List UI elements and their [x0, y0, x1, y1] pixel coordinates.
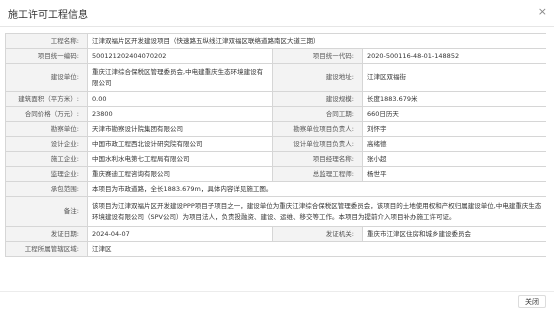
scope-value: 本项目为市政道路，全长1883.679m，具体内容详见施工图。: [86, 181, 546, 197]
district-value: 江津区: [86, 241, 546, 257]
table-row: 设计企业: 中国市政工程西北设计研究院有限公司 设计单位项目负责人: 高绪德: [5, 136, 546, 152]
table-row: 勘察单位: 天津市勘察设计院集团有限公司 勘察单位项目负责人: 刘怀宇: [5, 121, 546, 137]
remark-value: 该项目为江津双福片区开发建设PPP项目子项目之一，建设单位为重庆江津综合保税区管…: [86, 196, 546, 227]
builder-label: 建设单位:: [5, 63, 88, 92]
scale-value: 长度1883.679米: [361, 91, 546, 107]
location-label: 建设地址:: [272, 63, 363, 92]
table-row: 备注: 该项目为江津双福片区开发建设PPP项目子项目之一，建设单位为重庆江津综合…: [5, 196, 546, 227]
unified-code-value: 500121202404070202: [87, 48, 273, 64]
design-lead-value: 高绪德: [361, 136, 546, 152]
table-row: 监理企业: 重庆赛迪工程咨询有限公司 总监理工程师: 杨世平: [5, 166, 546, 182]
survey-value: 天津市勘察设计院集团有限公司: [87, 121, 273, 137]
project-code-label: 项目统一代码:: [272, 48, 363, 64]
table-row: 工程所属管辖区域: 江津区: [5, 241, 546, 257]
table-row: 工程名称: 江津双福片区开发建设项目（快速路五纵线江津双福区联络道路南区大道三期…: [5, 33, 546, 49]
issue-date-value: 2024-04-07: [87, 226, 273, 242]
pm-value: 张小超: [361, 151, 546, 167]
location-value: 江津区双福街: [361, 63, 546, 92]
construct-value: 中国水利水电第七工程局有限公司: [87, 151, 273, 167]
scale-label: 建设规模:: [272, 91, 363, 107]
close-icon[interactable]: ×: [538, 5, 547, 19]
chief-label: 总监理工程师:: [272, 166, 363, 182]
supervise-label: 监理企业:: [5, 166, 88, 182]
dialog-title: 施工许可工程信息: [8, 10, 88, 21]
table-row: 承包范围: 本项目为市政道路，全长1883.679m，具体内容详见施工图。: [5, 181, 546, 197]
area-label: 建筑面积（平方米）:: [5, 91, 88, 107]
survey-lead-label: 勘察单位项目负责人:: [272, 121, 363, 137]
project-info-table: 工程名称: 江津双福片区开发建设项目（快速路五纵线江津双福区联络道路南区大道三期…: [5, 33, 546, 257]
survey-label: 勘察单位:: [5, 121, 88, 137]
table-row: 项目统一编码: 500121202404070202 项目统一代码: 2020-…: [5, 48, 546, 64]
builder-value: 重庆江津综合保税区管理委员会,中电建重庆生态环境建设有限公司: [87, 63, 273, 92]
project-name-value: 江津双福片区开发建设项目（快速路五纵线江津双福区联络道路南区大道三期）: [86, 33, 546, 49]
price-value: 23800: [87, 106, 273, 122]
remark-label: 备注:: [5, 196, 88, 227]
project-code-value: 2020-500116-48-01-148852: [361, 48, 546, 64]
project-name-label: 工程名称:: [5, 33, 88, 49]
issue-date-label: 发证日期:: [5, 226, 88, 242]
table-row: 建设单位: 重庆江津综合保税区管理委员会,中电建重庆生态环境建设有限公司 建设地…: [5, 63, 546, 92]
supervise-value: 重庆赛迪工程咨询有限公司: [87, 166, 273, 182]
table-row: 发证日期: 2024-04-07 发证机关: 重庆市江津区住房和城乡建设委员会: [5, 226, 546, 242]
period-label: 合同工期:: [272, 106, 363, 122]
survey-lead-value: 刘怀宇: [361, 121, 546, 137]
construct-label: 施工企业:: [5, 151, 88, 167]
dialog-footer: 关闭: [0, 291, 554, 311]
scope-label: 承包范围:: [5, 181, 88, 197]
district-label: 工程所属管辖区域:: [5, 241, 88, 257]
chief-value: 杨世平: [361, 166, 546, 182]
table-row: 施工企业: 中国水利水电第七工程局有限公司 项目经理名称: 张小超: [5, 151, 546, 167]
unified-code-label: 项目统一编码:: [5, 48, 88, 64]
issuer-value: 重庆市江津区住房和城乡建设委员会: [361, 226, 546, 242]
close-button[interactable]: 关闭: [518, 295, 546, 308]
design-value: 中国市政工程西北设计研究院有限公司: [87, 136, 273, 152]
info-table-container: 工程名称: 江津双福片区开发建设项目（快速路五纵线江津双福区联络道路南区大道三期…: [5, 33, 546, 285]
period-value: 660日历天: [361, 106, 546, 122]
dialog-header: 施工许可工程信息 ×: [0, 0, 554, 27]
pm-label: 项目经理名称:: [272, 151, 363, 167]
price-label: 合同价格（万元）:: [5, 106, 88, 122]
table-row: 建筑面积（平方米）: 0.00 建设规模: 长度1883.679米: [5, 91, 546, 107]
area-value: 0.00: [87, 91, 273, 107]
design-lead-label: 设计单位项目负责人:: [272, 136, 363, 152]
design-label: 设计企业:: [5, 136, 88, 152]
issuer-label: 发证机关:: [272, 226, 363, 242]
table-row: 合同价格（万元）: 23800 合同工期: 660日历天: [5, 106, 546, 122]
